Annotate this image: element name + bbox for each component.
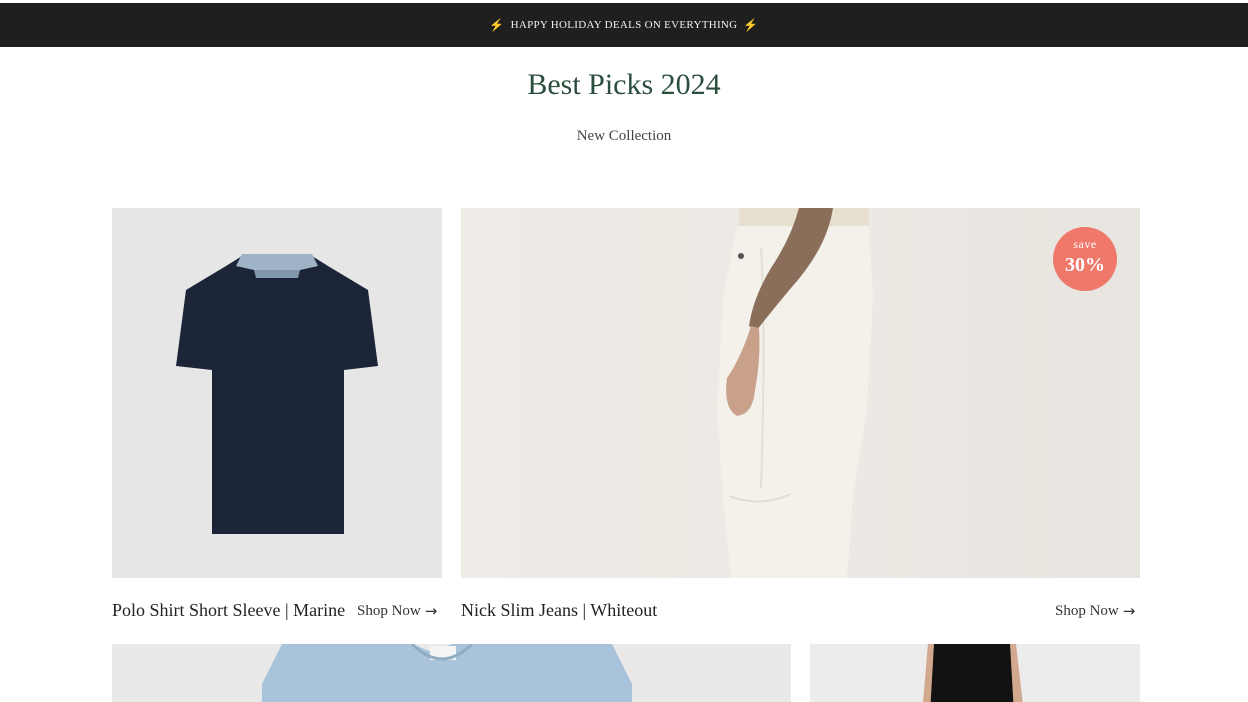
discount-badge: save 30% — [1053, 227, 1117, 291]
product-image-black-top[interactable] — [810, 644, 1140, 702]
arrow-right-icon: → — [424, 602, 438, 620]
badge-label: save — [1073, 237, 1097, 251]
jeans-model-image — [717, 208, 873, 578]
product-image-jeans[interactable] — [461, 208, 1140, 578]
shop-now-button-polo[interactable]: Shop Now → — [357, 602, 437, 620]
arrow-right-icon: → — [1122, 602, 1136, 620]
section-subtitle: New Collection — [576, 128, 672, 144]
lightning-icon: ⚡ — [489, 17, 505, 32]
product-image-denim-shirt[interactable] — [112, 644, 791, 702]
shop-now-label: Shop Now — [357, 602, 421, 619]
product-title-polo[interactable]: Polo Shirt Short Sleeve | Marine — [112, 600, 345, 621]
denim-shirt-image — [262, 644, 632, 702]
section-title: Best Picks 2024 — [527, 68, 721, 101]
lightning-icon: ⚡ — [743, 17, 759, 32]
shop-now-label: Shop Now — [1055, 602, 1119, 619]
shop-now-button-jeans[interactable]: Shop Now → — [1055, 602, 1135, 620]
product-image-polo[interactable] — [112, 208, 442, 578]
announcement-bar: ⚡ HAPPY HOLIDAY DEALS ON EVERYTHING ⚡ — [0, 3, 1248, 47]
black-top-image — [923, 644, 1023, 702]
product-title-jeans[interactable]: Nick Slim Jeans | Whiteout — [461, 600, 657, 621]
badge-value: 30% — [1065, 254, 1105, 276]
announcement-text: HAPPY HOLIDAY DEALS ON EVERYTHING — [510, 19, 738, 31]
polo-shirt-image — [176, 254, 378, 534]
